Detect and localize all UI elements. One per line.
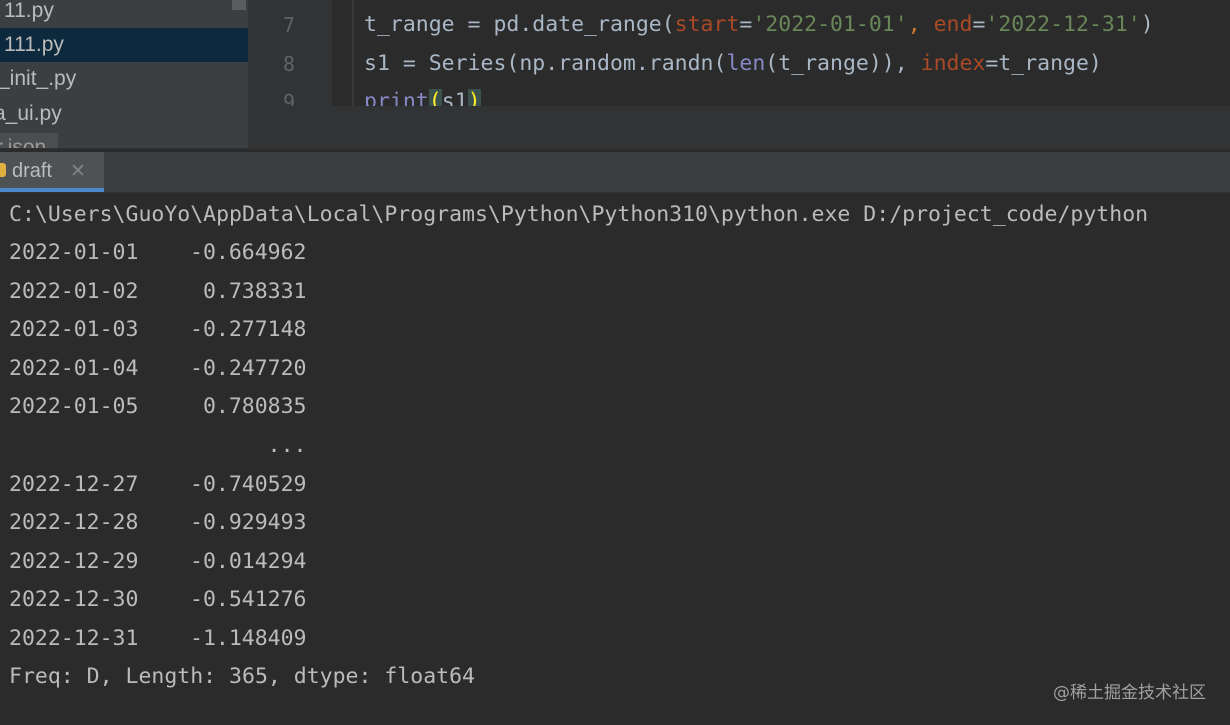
tree-item-11-py[interactable]: 11.py [4,0,54,28]
row-date: 2022-12-28 [9,510,139,536]
row-value: -1.148409 [190,626,307,651]
code-line-7: t_range = pd.date_range(start='2022-01-0… [364,12,1154,37]
row-value: -0.929493 [190,510,307,536]
row-value: 0.738331 [190,278,307,304]
row-date: 2022-01-05 [9,394,139,420]
row-value: -0.664962 [190,240,307,265]
row-date: 2022-12-30 [9,587,139,613]
row-date: 2022-01-03 [9,317,139,343]
line-number: 7 [282,13,295,37]
tree-item-111-py[interactable]: 111.py [0,28,248,62]
python-icon [0,163,6,177]
code-line-8: s1 = Series(np.random.randn(len(t_range)… [364,51,1102,76]
console-command: C:\Users\GuoYo\AppData\Local\Programs\Py… [9,202,1149,227]
row-date: 2022-01-01 [9,240,139,265]
tab-label: draft [12,160,53,182]
tree-scrollbar[interactable] [232,0,246,10]
line-number: 8 [282,52,295,76]
project-tree[interactable]: 11.py 111.py _init_.py a_ui.py r.json [0,0,248,148]
tab-draft[interactable]: draft ✕ [0,152,104,192]
console-output[interactable]: C:\Users\GuoYo\AppData\Local\Programs\Py… [0,193,1230,725]
row-value: -0.740529 [190,471,307,497]
row-value: -0.014294 [190,548,307,574]
tree-item-json[interactable]: r.json [0,131,46,148]
row-value: 0.780835 [190,394,307,420]
row-date: 2022-12-27 [9,471,139,497]
row-date: 2022-01-02 [9,278,139,304]
line-number-gutter: 7 8 9 [248,0,332,106]
row-date: 2022-12-29 [9,548,139,574]
watermark: @稀土掘金技术社区 [1053,683,1206,703]
row-date: 2022-12-31 [9,626,139,651]
close-icon[interactable]: ✕ [70,160,86,183]
tree-item-init-py[interactable]: _init_.py [0,62,76,96]
run-tab-bar: draft ✕ [0,152,1230,193]
tree-item-ui-py[interactable]: a_ui.py [0,97,62,131]
row-value: ... [190,433,307,458]
line-number: 9 [282,90,295,106]
editor-bottom-area [248,106,1230,148]
tree-item-label: 111.py [4,33,64,56]
row-date: 2022-01-04 [9,355,139,381]
console-footer: Freq: D, Length: 365, dtype: float64 [9,664,475,689]
row-value: -0.541276 [190,587,307,613]
code-line-9: print(s1) [364,89,481,106]
indent-guide [352,0,354,106]
row-value: -0.247720 [190,355,307,381]
code-editor[interactable]: t_range = pd.date_range(start='2022-01-0… [332,0,1230,106]
row-value: -0.277148 [190,317,307,343]
